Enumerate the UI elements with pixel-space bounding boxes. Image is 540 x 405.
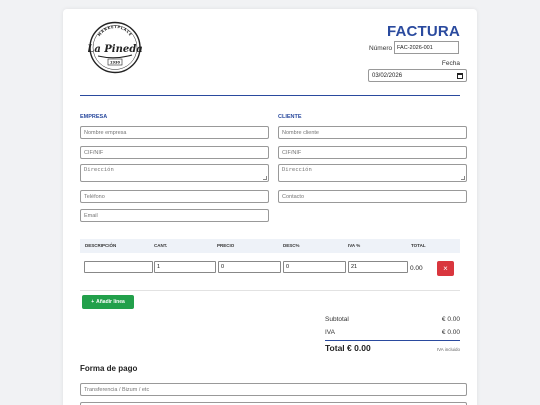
cliente-contact-input[interactable]: [278, 190, 467, 203]
cliente-name-input[interactable]: [278, 126, 467, 139]
cliente-cif-input[interactable]: [278, 146, 467, 159]
empresa-label: EMPRESA: [80, 114, 108, 120]
svg-text:MARKETPLACE: MARKETPLACE: [97, 25, 133, 37]
resize-grip-icon[interactable]: [461, 176, 465, 180]
date-value: 03/02/2026: [372, 72, 403, 79]
payment-method-input[interactable]: [80, 383, 467, 396]
add-line-button[interactable]: + Añadir línea: [82, 295, 134, 309]
col-qty: CANT.: [154, 243, 168, 248]
invoice-title: FACTURA: [386, 23, 460, 40]
invoice-number-label: Número: [369, 45, 393, 52]
col-vat: IVA %: [348, 243, 361, 248]
col-total: TOTAL: [411, 243, 426, 248]
vat-label: IVA: [325, 329, 335, 336]
empresa-email-input[interactable]: [80, 209, 269, 222]
delete-row-button[interactable]: ×: [437, 261, 454, 276]
subtotal-value: € 0.00: [441, 316, 460, 323]
row-vat-input[interactable]: 21: [348, 261, 408, 273]
empresa-cif-input[interactable]: [80, 146, 269, 159]
row-discount-input[interactable]: 0: [283, 261, 346, 273]
empresa-phone-input[interactable]: [80, 190, 269, 203]
empresa-name-input[interactable]: [80, 126, 269, 139]
items-table-header: [80, 239, 460, 253]
header-divider: [80, 95, 460, 96]
svg-text:1930: 1930: [110, 61, 121, 65]
close-icon: ×: [443, 263, 448, 273]
cliente-address-placeholder: Dirección: [282, 167, 312, 173]
invoice-number-input[interactable]: FAC-2026-001: [394, 41, 459, 54]
row-description-input[interactable]: [84, 261, 153, 273]
svg-text:La Pineda: La Pineda: [88, 44, 142, 55]
grand-total: Total € 0.00: [325, 343, 371, 353]
cliente-address-textarea[interactable]: Dirección: [278, 164, 467, 182]
add-line-label: Añadir línea: [96, 299, 125, 305]
empresa-address-textarea[interactable]: Dirección: [80, 164, 269, 182]
subtotal-label: Subtotal: [325, 316, 349, 323]
plus-icon: +: [91, 299, 95, 305]
date-input[interactable]: 03/02/2026: [368, 69, 467, 82]
vat-value: € 0.00: [441, 329, 460, 336]
empresa-address-placeholder: Dirección: [84, 167, 114, 173]
totals-divider: [325, 340, 460, 341]
row-total-value: 0.00: [410, 265, 423, 272]
row-qty-input[interactable]: 1: [154, 261, 216, 273]
calendar-icon[interactable]: [457, 72, 463, 79]
vat-included-note: IVA incluido: [436, 347, 460, 352]
col-discount: DESC%: [283, 243, 300, 248]
payment-title: Forma de pago: [80, 364, 138, 373]
resize-grip-icon[interactable]: [263, 176, 267, 180]
date-label: Fecha: [441, 60, 460, 67]
invoice-number-value: FAC-2026-001: [397, 44, 433, 51]
col-description: DESCRIPCIÓN: [85, 243, 117, 248]
col-price: PRECIO: [217, 243, 235, 248]
company-logo: MARKETPLACE La Pineda 1930: [88, 21, 142, 74]
invoice-sheet: MARKETPLACE La Pineda 1930 FACTURA Númer…: [63, 9, 477, 405]
row-price-input[interactable]: 0: [218, 261, 281, 273]
cliente-label: CLIENTE: [278, 114, 302, 120]
